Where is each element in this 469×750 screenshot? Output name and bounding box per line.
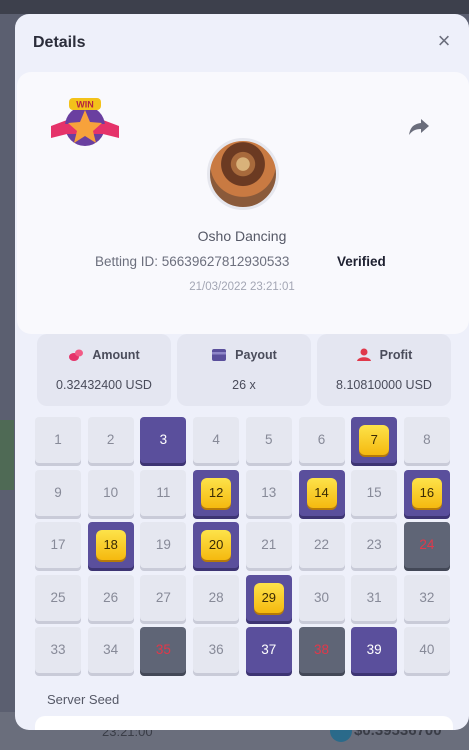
board-cell-39[interactable]: 39 — [351, 627, 398, 673]
board-cell-40[interactable]: 40 — [403, 627, 450, 673]
avatar — [207, 138, 279, 210]
board-cell-12[interactable]: 12 — [193, 469, 240, 516]
gem-icon: 7 — [359, 425, 390, 455]
amount-label: Amount — [92, 348, 140, 362]
board-cell-19[interactable]: 19 — [140, 522, 187, 568]
close-icon[interactable]: × — [433, 30, 455, 52]
background-app-header — [0, 0, 469, 14]
board-cell-30[interactable]: 30 — [298, 574, 345, 621]
win-badge-icon: WIN — [51, 98, 119, 146]
share-icon[interactable] — [407, 114, 431, 138]
board-cell-4[interactable]: 4 — [193, 417, 240, 463]
profit-label: Profit — [379, 348, 413, 362]
payout-stat: Payout 26 x — [177, 334, 311, 406]
bet-datetime: 21/03/2022 23:21:01 — [189, 281, 295, 293]
board-cell-20[interactable]: 20 — [193, 522, 240, 568]
details-modal: Details × WIN Osho Dancing Betting ID: 5… — [15, 14, 469, 730]
betting-id: Betting ID: 56639627812930533 — [95, 254, 290, 269]
amount-value: 0.32432400 USD — [56, 378, 152, 392]
board-cell-35[interactable]: 35 — [140, 627, 187, 673]
board-cell-6[interactable]: 6 — [298, 417, 345, 463]
board-cell-18[interactable]: 18 — [87, 522, 134, 568]
board-cell-3[interactable]: 3 — [140, 417, 187, 463]
board-cell-31[interactable]: 31 — [351, 574, 398, 621]
gem-icon: 16 — [411, 477, 442, 508]
board-cell-22[interactable]: 22 — [298, 522, 345, 568]
server-seed-field[interactable] — [35, 716, 453, 730]
board-cell-34[interactable]: 34 — [87, 627, 134, 673]
gem-icon: 18 — [95, 530, 126, 560]
board-cell-7[interactable]: 7 — [351, 417, 398, 463]
board-cell-32[interactable]: 32 — [403, 574, 450, 621]
gem-icon: 20 — [201, 530, 232, 560]
payout-label: Payout — [235, 348, 277, 362]
background-app-tab — [0, 420, 14, 490]
board-cell-13[interactable]: 13 — [245, 469, 292, 516]
board-cell-27[interactable]: 27 — [140, 574, 187, 621]
board-cell-24[interactable]: 24 — [403, 522, 450, 568]
board-cell-14[interactable]: 14 — [298, 469, 345, 516]
amount-stat: Amount 0.32432400 USD — [37, 334, 171, 406]
board-cell-1[interactable]: 1 — [35, 417, 81, 463]
player-name: Osho Dancing — [197, 228, 287, 244]
board-cell-17[interactable]: 17 — [35, 522, 81, 568]
board-cell-5[interactable]: 5 — [245, 417, 292, 463]
gem-icon: 12 — [201, 477, 232, 508]
verified-label: Verified — [337, 254, 386, 269]
board-cell-36[interactable]: 36 — [193, 627, 240, 673]
board-cell-28[interactable]: 28 — [193, 574, 240, 621]
modal-title: Details — [33, 34, 86, 51]
board-cell-33[interactable]: 33 — [35, 627, 81, 673]
board-cell-21[interactable]: 21 — [245, 522, 292, 568]
board-cell-29[interactable]: 29 — [245, 574, 292, 621]
board-cell-26[interactable]: 26 — [87, 574, 134, 621]
server-seed-label: Server Seed — [47, 692, 120, 707]
profit-icon — [356, 348, 371, 361]
badge-text: WIN — [76, 100, 94, 110]
board-cell-9[interactable]: 9 — [35, 469, 81, 516]
profit-stat: Profit 8.10810000 USD — [317, 334, 451, 406]
board-cell-11[interactable]: 11 — [140, 469, 187, 516]
board-cell-8[interactable]: 8 — [403, 417, 450, 463]
profit-value: 8.10810000 USD — [336, 378, 432, 392]
gem-icon: 14 — [306, 477, 337, 508]
board-cell-38[interactable]: 38 — [298, 627, 345, 673]
board-cell-15[interactable]: 15 — [351, 469, 398, 516]
wallet-icon — [212, 349, 227, 361]
board-cell-23[interactable]: 23 — [351, 522, 398, 568]
board-cell-37[interactable]: 37 — [245, 627, 292, 673]
modal-header: Details × — [15, 14, 469, 72]
board-cell-10[interactable]: 10 — [87, 469, 134, 516]
board-cell-16[interactable]: 16 — [403, 469, 450, 516]
gem-icon: 29 — [253, 582, 284, 613]
coins-icon — [69, 349, 84, 361]
payout-value: 26 x — [232, 378, 256, 392]
board-cell-25[interactable]: 25 — [35, 574, 81, 621]
board-cell-2[interactable]: 2 — [87, 417, 134, 463]
